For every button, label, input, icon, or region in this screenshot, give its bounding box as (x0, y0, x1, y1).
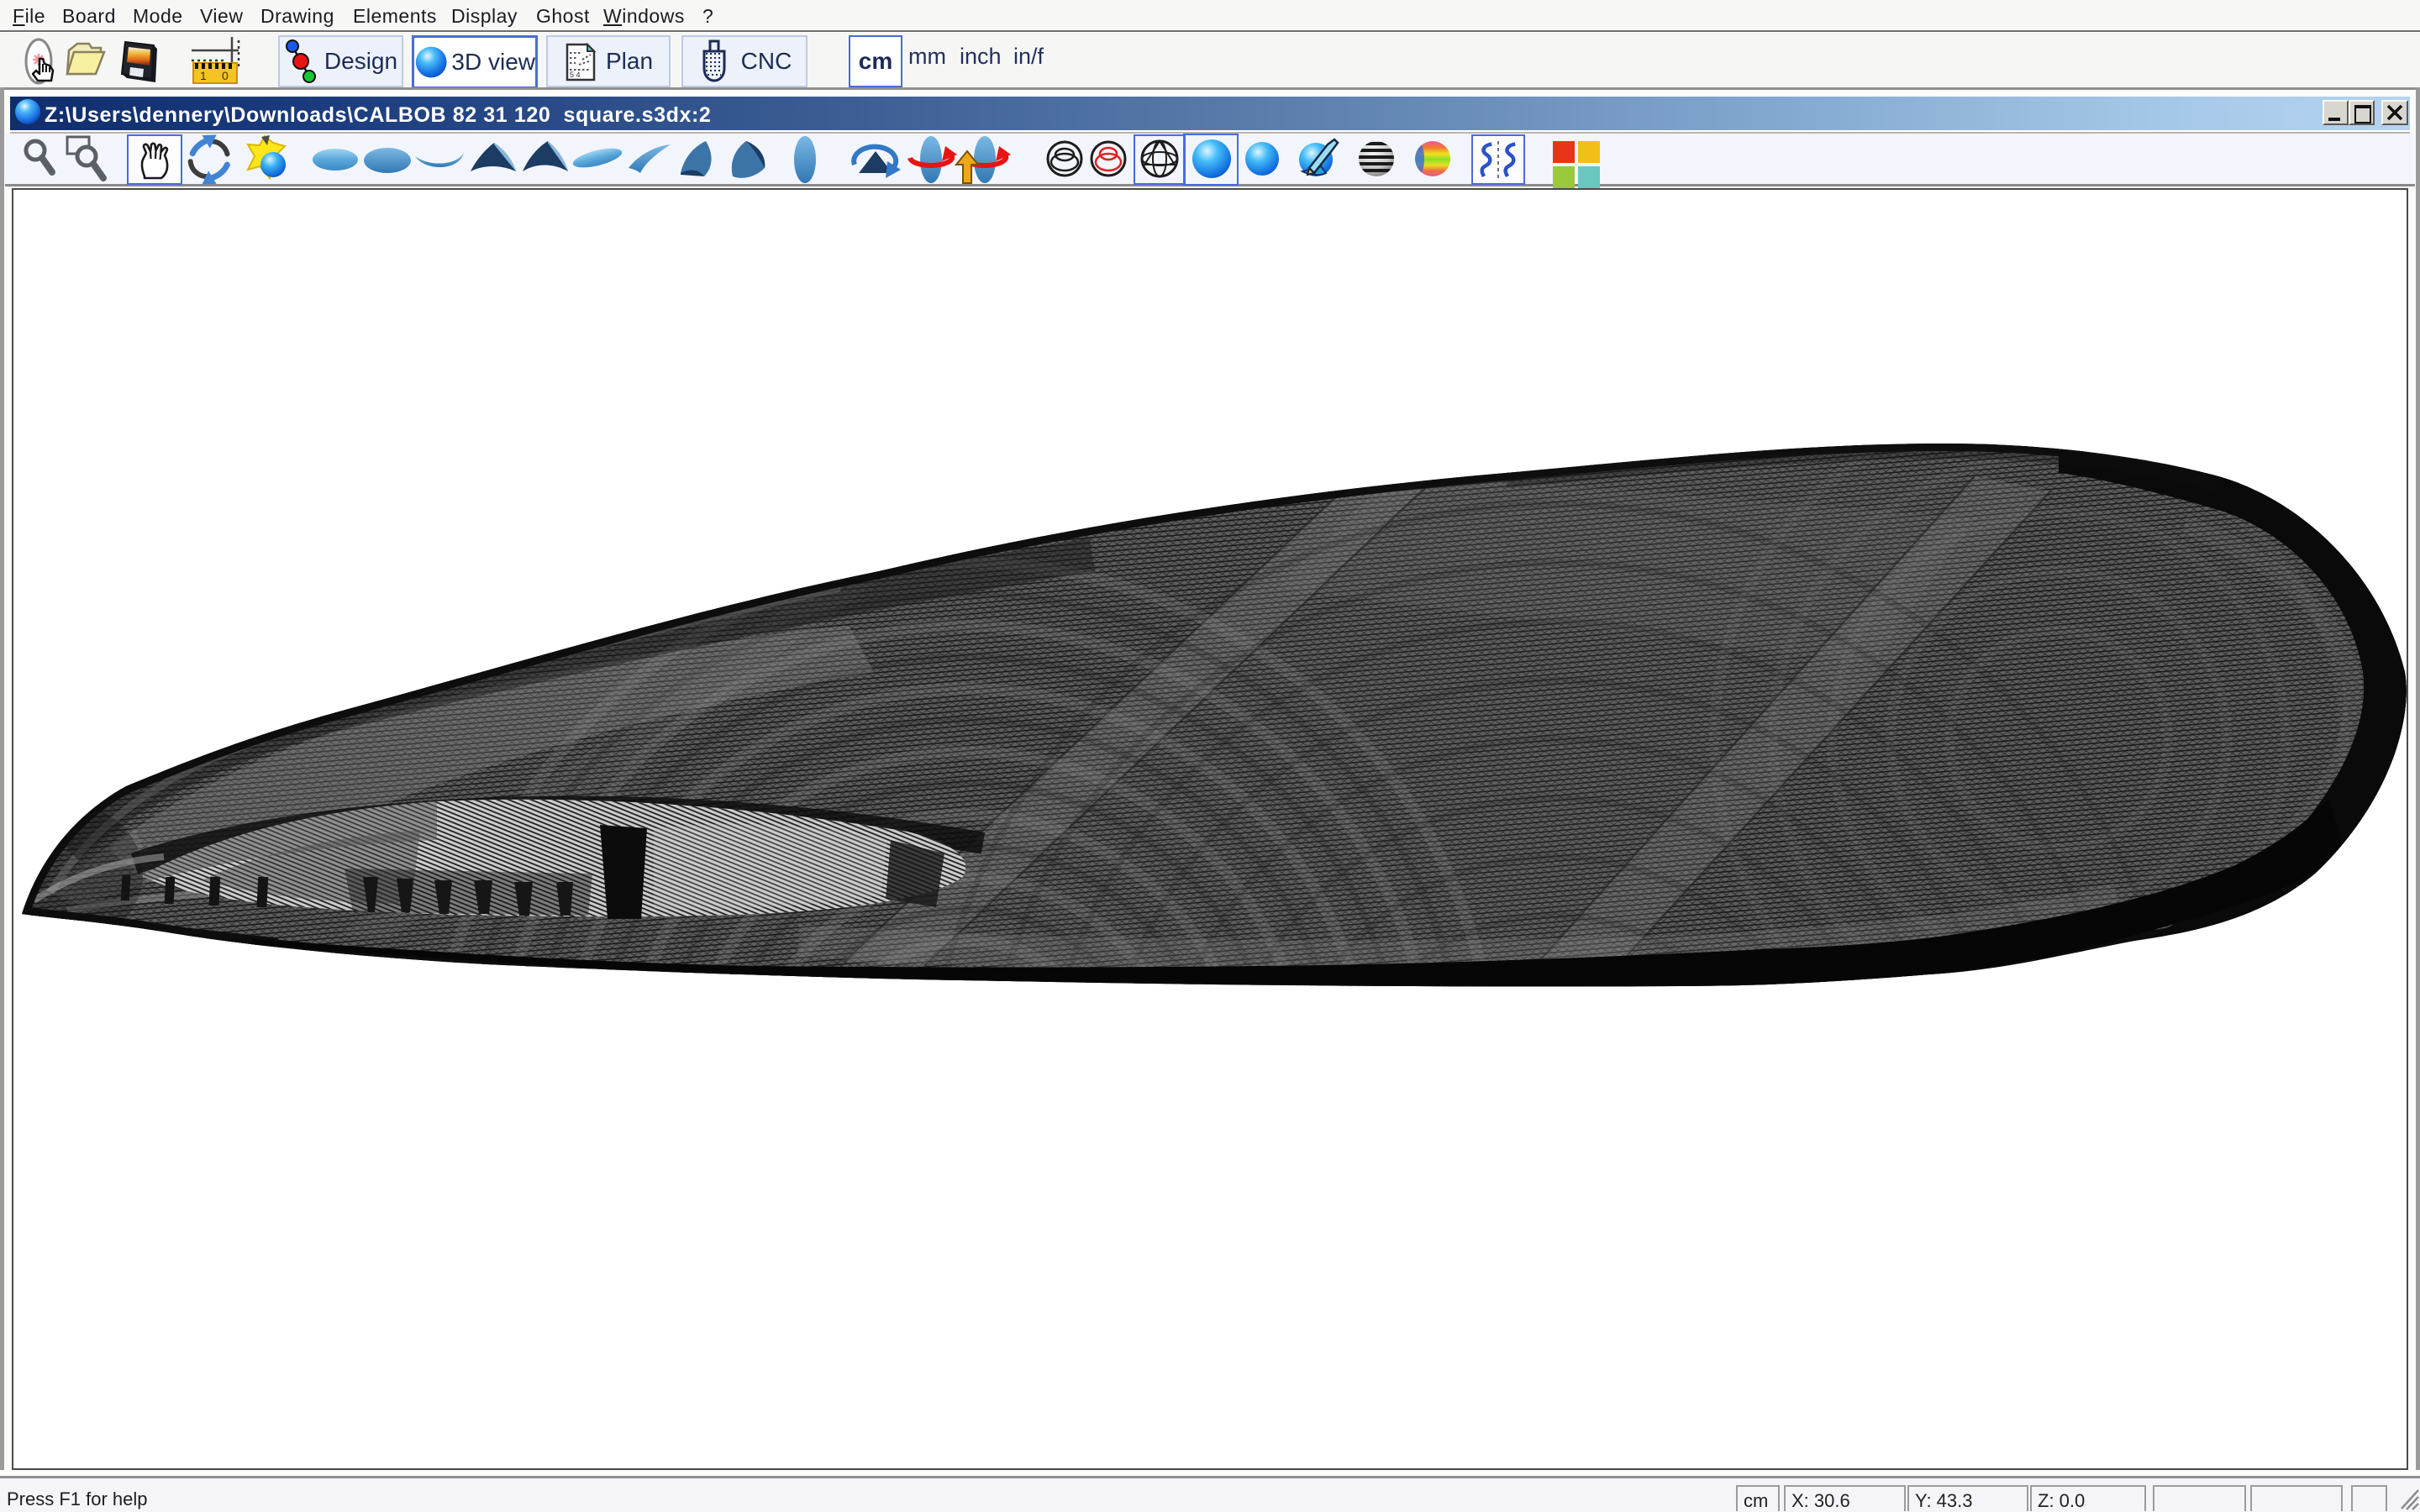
svg-text:1: 1 (200, 69, 207, 82)
svg-text:0: 0 (222, 69, 229, 82)
svg-text:5 4: 5 4 (570, 71, 581, 79)
